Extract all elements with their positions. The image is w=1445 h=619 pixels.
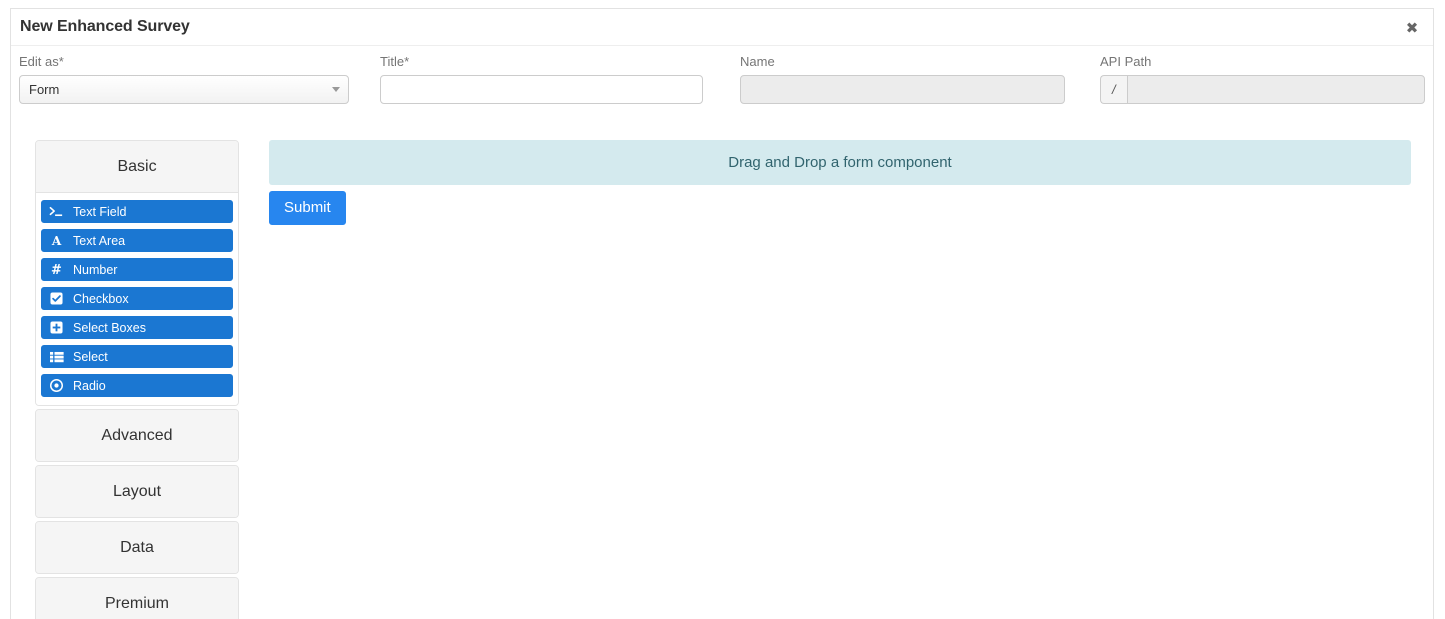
accordion-header-basic[interactable]: Basic [36, 141, 238, 192]
page-title: New Enhanced Survey [20, 18, 190, 35]
dot-circle-icon [48, 379, 65, 393]
accordion-group-layout: Layout [35, 465, 239, 518]
api-path-prefix: / [1100, 75, 1127, 104]
check-square-icon [48, 292, 65, 306]
survey-meta-row: Edit as* Form Title* Name API Path / [11, 54, 1435, 128]
accordion-group-advanced: Advanced [35, 409, 239, 462]
accordion-header-layout[interactable]: Layout [36, 466, 238, 517]
accordion-group-premium: Premium [35, 577, 239, 619]
api-path-label: API Path [1100, 54, 1152, 69]
component-button-checkbox[interactable]: Checkbox [41, 287, 233, 310]
form-builder-body: Basic Text Field A Text Area # Number Checkbox… [11, 131, 1435, 619]
accordion-group-basic: Basic Text Field A Text Area # Number Checkbox… [35, 140, 239, 406]
accordion-body-basic: Text Field A Text Area # Number Checkbox Selec… [36, 192, 238, 405]
component-button-select-boxes[interactable]: Select Boxes [41, 316, 233, 339]
th-list-icon [48, 350, 65, 364]
edit-as-field: Edit as* Form [19, 54, 349, 104]
api-path-input[interactable] [1126, 75, 1425, 104]
close-icon[interactable]: ✖ [1403, 19, 1421, 37]
name-label: Name [740, 54, 775, 69]
component-button-number[interactable]: # Number [41, 258, 233, 281]
component-button-label: Radio [73, 378, 106, 393]
component-button-label: Text Area [73, 233, 126, 248]
component-button-text-field[interactable]: Text Field [41, 200, 233, 223]
accordion-header-premium[interactable]: Premium [36, 578, 238, 619]
svg-text:#: # [51, 263, 62, 276]
title-input[interactable] [380, 75, 703, 104]
component-button-text-area[interactable]: A Text Area [41, 229, 233, 252]
title-label: Title* [380, 54, 410, 69]
component-button-label: Select [73, 349, 108, 364]
name-input[interactable] [740, 75, 1065, 104]
new-survey-modal: New Enhanced Survey ✖ Edit as* Form Titl… [10, 8, 1434, 619]
title-field: Title* [380, 54, 703, 104]
hashtag-icon: # [48, 263, 65, 277]
name-field: Name [740, 54, 1065, 104]
component-button-label: Text Field [73, 204, 127, 219]
component-button-label: Number [73, 262, 118, 277]
edit-as-label: Edit as* [19, 54, 64, 69]
app-root: New Enhanced Survey ✖ Edit as* Form Titl… [0, 0, 1445, 619]
component-button-label: Checkbox [73, 291, 129, 306]
dropzone[interactable]: Drag and Drop a form component [269, 140, 1411, 185]
terminal-icon [48, 205, 65, 219]
form-canvas: Drag and Drop a form component Submit [269, 140, 1411, 225]
svg-text:A: A [51, 234, 62, 247]
submit-button[interactable]: Submit [269, 191, 346, 225]
api-path-field: API Path / [1100, 54, 1425, 104]
modal-header: New Enhanced Survey ✖ [11, 9, 1433, 46]
accordion-header-data[interactable]: Data [36, 522, 238, 573]
component-button-label: Select Boxes [73, 320, 146, 335]
api-path-input-group: / [1100, 75, 1425, 104]
component-palette: Basic Text Field A Text Area # Number Checkbox… [35, 140, 239, 619]
accordion-header-advanced[interactable]: Advanced [36, 410, 238, 461]
component-button-select[interactable]: Select [41, 345, 233, 368]
edit-as-select[interactable]: Form [19, 75, 349, 104]
edit-as-select-wrap: Form [19, 75, 349, 104]
font-a-icon: A [48, 234, 65, 248]
component-button-radio[interactable]: Radio [41, 374, 233, 397]
accordion-group-data: Data [35, 521, 239, 574]
plus-square-icon [48, 321, 65, 335]
